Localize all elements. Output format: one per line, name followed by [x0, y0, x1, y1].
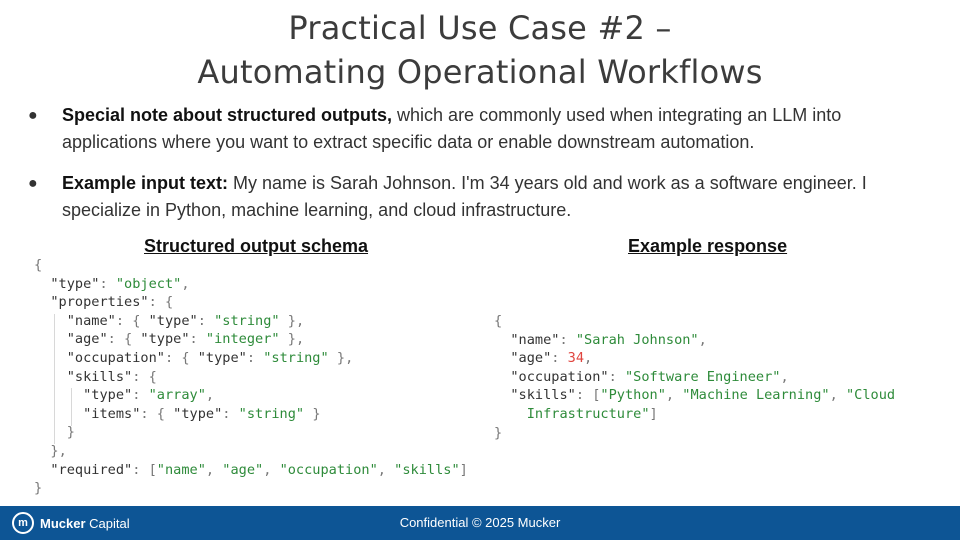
response-code-line: "name": "Sarah Johnson", [510, 331, 707, 348]
schema-code-line: "age": { "type": "integer" }, [66, 331, 305, 348]
bullet-bold-text: Example input text: [62, 173, 229, 193]
response-heading: Example response [628, 236, 788, 256]
schema-code-line: "type": "object", [50, 275, 190, 292]
response-code-block: { "name": "Sarah Johnson", "age": 34, "o… [494, 312, 895, 442]
footer-bar: m Mucker Capital Confidential © 2025 Muc… [0, 506, 960, 540]
schema-code-line: } [66, 424, 75, 441]
bullet-structured-outputs: ● Special note about structured outputs,… [28, 102, 928, 156]
schema-code-line: "type": "array", [83, 387, 215, 404]
schema-code-line: "name": { "type": "string" }, [66, 312, 305, 329]
title-line-2: Automating Operational Workflows [197, 53, 763, 91]
response-code-line: Infrastructure"] [526, 405, 658, 422]
response-code-line: } [494, 424, 503, 441]
title-line-1: Practical Use Case #2 – [288, 9, 672, 47]
schema-code-line: { [34, 257, 43, 273]
response-code-line: { [494, 313, 503, 329]
schema-code-line: "occupation": { "type": "string" }, [66, 349, 354, 366]
schema-code-line: "skills": { [66, 368, 157, 385]
schema-code-line: "items": { "type": "string" } [83, 405, 321, 422]
response-code-line: "occupation": "Software Engineer", [510, 368, 789, 385]
schema-code-line: "required": ["name", "age", "occupation"… [50, 461, 468, 478]
schema-code-block: { "type": "object", "properties": { "nam… [34, 256, 468, 498]
schema-code-line: }, [50, 442, 67, 459]
bullet-example-input: ● Example input text: My name is Sarah J… [28, 170, 928, 224]
response-code-line: "age": 34, [510, 350, 593, 367]
slide-title: Practical Use Case #2 – Automating Opera… [0, 6, 960, 94]
bullet-list: ● Special note about structured outputs,… [28, 102, 928, 238]
schema-code-line: } [34, 480, 43, 497]
bullet-bold-text: Special note about structured outputs, [62, 105, 393, 125]
confidential-notice: Confidential © 2025 Mucker [399, 515, 561, 530]
schema-code-line: "properties": { [50, 294, 174, 311]
bullet-dot-icon: ● [28, 175, 38, 192]
bullet-dot-icon: ● [28, 107, 38, 124]
response-code-line: "skills": ["Python", "Machine Learning",… [510, 387, 896, 404]
schema-heading: Structured output schema [144, 236, 369, 256]
